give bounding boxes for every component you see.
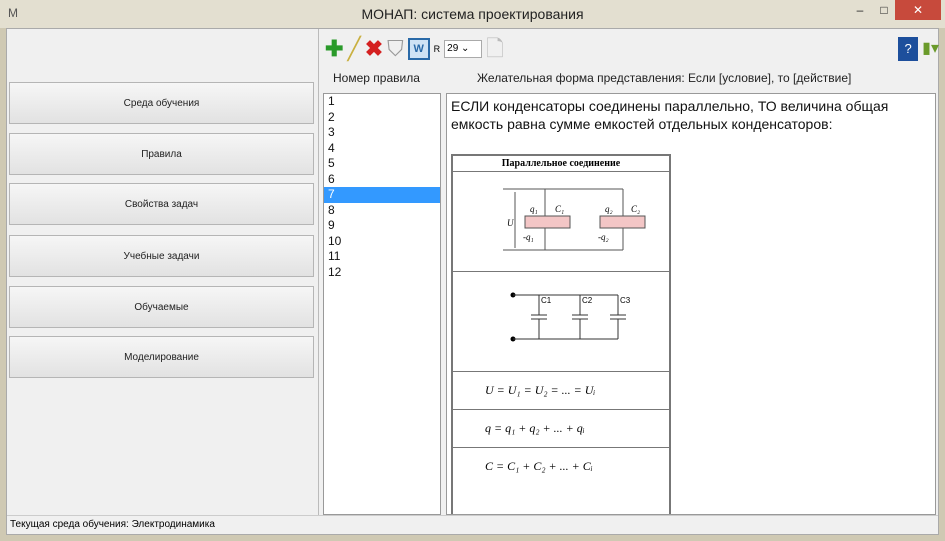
svg-text:q₁: q₁	[530, 204, 538, 214]
formula-table: Параллельное соединение U q₁ C₁ -q₁ q₂ C₂ -q…	[451, 154, 671, 514]
list-item[interactable]: 9	[324, 218, 440, 234]
window-title: МОНАП: система проектирования	[361, 6, 584, 22]
list-item[interactable]: 2	[324, 110, 440, 126]
status-bar: Текущая среда обучения: Электродинамика	[7, 515, 938, 534]
formula-capacitance: C = C₁ + C₂ + ... + Cᵢ	[485, 459, 593, 473]
plugin-icon[interactable]: ▮▾	[922, 37, 939, 61]
page-icon[interactable]: 🗋	[486, 37, 504, 61]
list-item[interactable]: 6	[324, 172, 440, 188]
list-item[interactable]: 1	[324, 94, 440, 110]
list-item[interactable]: 8	[324, 203, 440, 219]
circuit-diagram: C1 C2 C3	[453, 272, 669, 372]
delete-icon[interactable]: ✖	[365, 37, 383, 61]
list-item[interactable]: 10	[324, 234, 440, 250]
rule-content[interactable]: ЕСЛИ конденсаторы соединены параллельно,…	[446, 93, 936, 515]
preferred-form-header: Желательная форма представления: Если [у…	[477, 71, 852, 85]
nav-learning-tasks[interactable]: Учебные задачи	[9, 235, 314, 277]
svg-text:C1: C1	[541, 296, 552, 305]
formula-charge: q = q₁ + q₂ + ... + qᵢ	[453, 410, 669, 448]
nav-task-properties[interactable]: Свойства задач	[9, 183, 314, 225]
nav-learners[interactable]: Обучаемые	[9, 286, 314, 328]
close-button[interactable]: ✕	[895, 0, 941, 20]
u-label: U	[507, 218, 514, 228]
rule-text: ЕСЛИ конденсаторы соединены параллельно,…	[451, 98, 889, 132]
nav-panel: Среда обучения Правила Свойства задач Уч…	[7, 29, 319, 515]
table-title: Параллельное соединение	[453, 156, 669, 172]
add-icon[interactable]: ✚	[325, 37, 343, 61]
list-item[interactable]: 11	[324, 249, 440, 265]
nav-learning-environment[interactable]: Среда обучения	[9, 82, 314, 124]
svg-text:q₂: q₂	[605, 204, 613, 214]
font-size-select[interactable]: 29 ⌄	[444, 40, 483, 58]
edit-icon[interactable]: ╱	[347, 37, 360, 61]
font-size-value: 29	[447, 43, 459, 54]
title-bar: M МОНАП: система проектирования – □ ✕	[0, 0, 945, 28]
filter-icon[interactable]: ⛉	[387, 37, 404, 61]
capacitor-diagram: U q₁ C₁ -q₁ q₂ C₂ -q₂	[453, 172, 669, 272]
nav-rules[interactable]: Правила	[9, 133, 314, 175]
help-icon[interactable]: ?	[898, 37, 919, 61]
nav-modeling[interactable]: Моделирование	[9, 336, 314, 378]
svg-text:C3: C3	[620, 296, 631, 305]
list-item[interactable]: 12	[324, 265, 440, 281]
svg-text:-q₂: -q₂	[598, 232, 609, 242]
main-window: Среда обучения Правила Свойства задач Уч…	[6, 28, 939, 535]
rules-list[interactable]: 1 2 3 4 5 6 7 8 9 10 11 12	[323, 93, 441, 515]
svg-text:C₁: C₁	[555, 204, 564, 214]
svg-text:-q₁: -q₁	[523, 232, 534, 242]
formula-voltage: U = U₁ = U₂ = ... = Uᵢ	[453, 372, 669, 410]
list-item-selected[interactable]: 7	[324, 187, 440, 203]
svg-text:C₂: C₂	[631, 204, 640, 214]
minimize-button[interactable]: –	[848, 0, 872, 20]
rule-number-header: Номер правила	[333, 71, 420, 85]
list-item[interactable]: 5	[324, 156, 440, 172]
svg-text:C2: C2	[582, 296, 593, 305]
list-item[interactable]: 4	[324, 141, 440, 157]
list-item[interactable]: 3	[324, 125, 440, 141]
r-label: R	[433, 44, 441, 54]
maximize-button[interactable]: □	[872, 0, 896, 20]
toolbar: ✚ ╱ ✖ ⛉ W R 29 ⌄ 🗋 ? ▮▾	[321, 31, 939, 67]
word-icon[interactable]: W	[407, 38, 430, 60]
